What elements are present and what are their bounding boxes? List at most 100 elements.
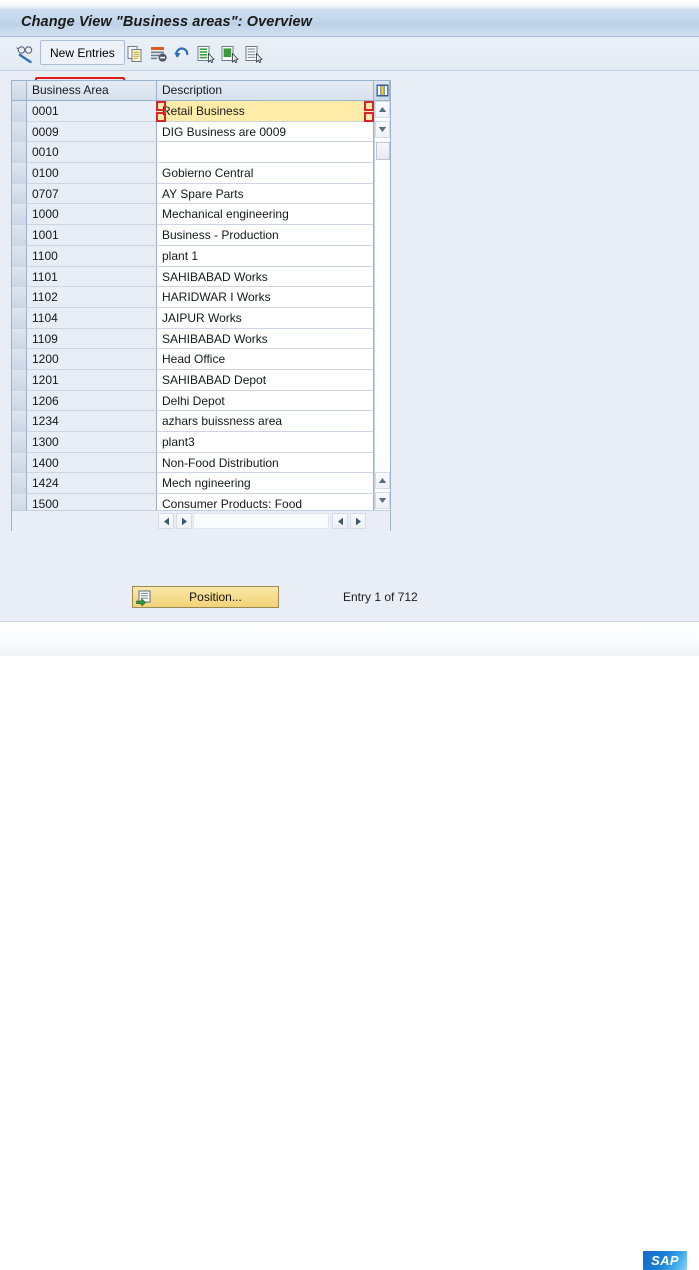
cell-business-area[interactable]: 1201 <box>27 369 157 391</box>
cell-business-area[interactable]: 1102 <box>27 287 157 308</box>
scroll-up-button[interactable] <box>375 101 390 118</box>
position-button[interactable]: Position... <box>132 586 279 608</box>
table-row[interactable]: 1206 Delhi Depot <box>12 390 374 412</box>
scroll-down-button[interactable] <box>375 121 390 138</box>
cell-description[interactable] <box>157 142 374 164</box>
row-select-button[interactable] <box>12 494 27 510</box>
row-select-button[interactable] <box>12 245 27 267</box>
table-row[interactable]: 0009 DIG Business are 0009 <box>12 121 374 143</box>
table-row[interactable]: 1109 SAHIBABAD Works <box>12 328 374 350</box>
row-select-button[interactable] <box>12 452 27 474</box>
cell-business-area[interactable]: 1234 <box>27 411 157 432</box>
cell-business-area[interactable]: 1500 <box>27 494 157 510</box>
cell-description[interactable]: JAIPUR Works <box>157 307 374 329</box>
cell-business-area[interactable]: 1001 <box>27 225 157 246</box>
horizontal-scrollbar-track[interactable] <box>193 513 329 529</box>
table-row[interactable]: 0001 Retail Business <box>12 101 374 122</box>
row-select-button[interactable] <box>12 307 27 329</box>
cell-description[interactable]: HARIDWAR I Works <box>157 287 374 308</box>
copy-as-button[interactable] <box>125 41 147 66</box>
column-config-button[interactable] <box>374 81 390 100</box>
row-select-button[interactable] <box>12 390 27 412</box>
row-select-button[interactable] <box>12 328 27 350</box>
cell-description[interactable]: Delhi Depot <box>157 390 374 412</box>
table-row[interactable]: 1400 Non-Food Distribution <box>12 452 374 474</box>
cell-description[interactable]: Mech ngineering <box>157 473 374 495</box>
cell-business-area[interactable]: 1101 <box>27 266 157 288</box>
cell-business-area[interactable]: 1424 <box>27 473 157 495</box>
table-row[interactable]: 1200 Head Office <box>12 349 374 370</box>
table-row[interactable]: 1104 JAIPUR Works <box>12 307 374 329</box>
header-select-all-cell[interactable] <box>12 81 27 100</box>
cell-business-area[interactable]: 0001 <box>27 101 157 122</box>
row-select-button[interactable] <box>12 142 27 164</box>
row-select-button[interactable] <box>12 266 27 288</box>
table-vertical-scrollbar[interactable] <box>374 101 390 510</box>
page-right-button[interactable] <box>350 513 366 529</box>
cell-description[interactable]: plant3 <box>157 432 374 453</box>
delete-button[interactable] <box>148 41 170 66</box>
row-select-button[interactable] <box>12 287 27 308</box>
table-row[interactable]: 0100 Gobierno Central <box>12 163 374 184</box>
undo-button[interactable] <box>171 41 193 66</box>
page-left-button[interactable] <box>332 513 348 529</box>
table-row[interactable]: 1500 Consumer Products: Food <box>12 494 374 510</box>
table-row[interactable]: 1000 Mechanical engineering <box>12 204 374 226</box>
row-select-button[interactable] <box>12 225 27 246</box>
row-select-button[interactable] <box>12 349 27 370</box>
select-block-button[interactable] <box>219 41 241 66</box>
table-horizontal-scrollbar[interactable] <box>12 510 390 531</box>
table-row[interactable]: 1201 SAHIBABAD Depot <box>12 369 374 391</box>
cell-description[interactable]: Non-Food Distribution <box>157 452 374 474</box>
cell-business-area[interactable]: 1109 <box>27 328 157 350</box>
page-up-button[interactable] <box>375 472 390 489</box>
row-select-button[interactable] <box>12 183 27 205</box>
cell-description[interactable]: plant 1 <box>157 245 374 267</box>
row-select-button[interactable] <box>12 121 27 143</box>
scrollbar-track[interactable] <box>375 161 390 461</box>
cell-business-area[interactable]: 1400 <box>27 452 157 474</box>
row-select-button[interactable] <box>12 411 27 432</box>
cell-business-area[interactable]: 0010 <box>27 142 157 164</box>
row-select-button[interactable] <box>12 204 27 226</box>
row-select-button[interactable] <box>12 473 27 495</box>
cell-business-area[interactable]: 1104 <box>27 307 157 329</box>
row-select-button[interactable] <box>12 163 27 184</box>
display-change-button[interactable] <box>13 41 39 66</box>
cell-business-area[interactable]: 0009 <box>27 121 157 143</box>
cell-description[interactable]: DIG Business are 0009 <box>157 121 374 143</box>
table-body[interactable]: 0001 Retail Business 0009 DIG Business are … <box>12 101 374 510</box>
table-row[interactable]: 1001 Business - Production <box>12 225 374 246</box>
cell-description[interactable]: Business - Production <box>157 225 374 246</box>
table-row[interactable]: 0707 AY Spare Parts <box>12 183 374 205</box>
cell-business-area[interactable]: 1200 <box>27 349 157 370</box>
cell-business-area[interactable]: 0100 <box>27 163 157 184</box>
cell-description[interactable]: SAHIBABAD Works <box>157 328 374 350</box>
cell-business-area[interactable]: 0707 <box>27 183 157 205</box>
cell-business-area[interactable]: 1300 <box>27 432 157 453</box>
row-select-button[interactable] <box>12 369 27 391</box>
table-row[interactable]: 1102 HARIDWAR I Works <box>12 287 374 308</box>
cell-description[interactable]: Gobierno Central <box>157 163 374 184</box>
cell-description[interactable]: Head Office <box>157 349 374 370</box>
new-entries-button[interactable]: New Entries <box>40 40 125 65</box>
cell-business-area[interactable]: 1206 <box>27 390 157 412</box>
cell-description[interactable]: Retail Business <box>157 101 374 122</box>
cell-business-area[interactable]: 1100 <box>27 245 157 267</box>
page-down-button[interactable] <box>375 492 390 509</box>
cell-description[interactable]: SAHIBABAD Works <box>157 266 374 288</box>
scrollbar-thumb[interactable] <box>376 142 390 160</box>
cell-description[interactable]: SAHIBABAD Depot <box>157 369 374 391</box>
cell-description[interactable]: azhars buissness area <box>157 411 374 432</box>
select-all-button[interactable] <box>195 41 217 66</box>
row-select-button[interactable] <box>12 101 27 122</box>
table-row[interactable]: 1300 plant3 <box>12 432 374 453</box>
cell-description[interactable]: Mechanical engineering <box>157 204 374 226</box>
table-row[interactable]: 1100 plant 1 <box>12 245 374 267</box>
row-select-button[interactable] <box>12 432 27 453</box>
table-row[interactable]: 1234 azhars buissness area <box>12 411 374 432</box>
table-row[interactable]: 1101 SAHIBABAD Works <box>12 266 374 288</box>
scroll-left-button[interactable] <box>158 513 174 529</box>
column-header-business-area[interactable]: Business Area <box>27 81 157 100</box>
cell-business-area[interactable]: 1000 <box>27 204 157 226</box>
